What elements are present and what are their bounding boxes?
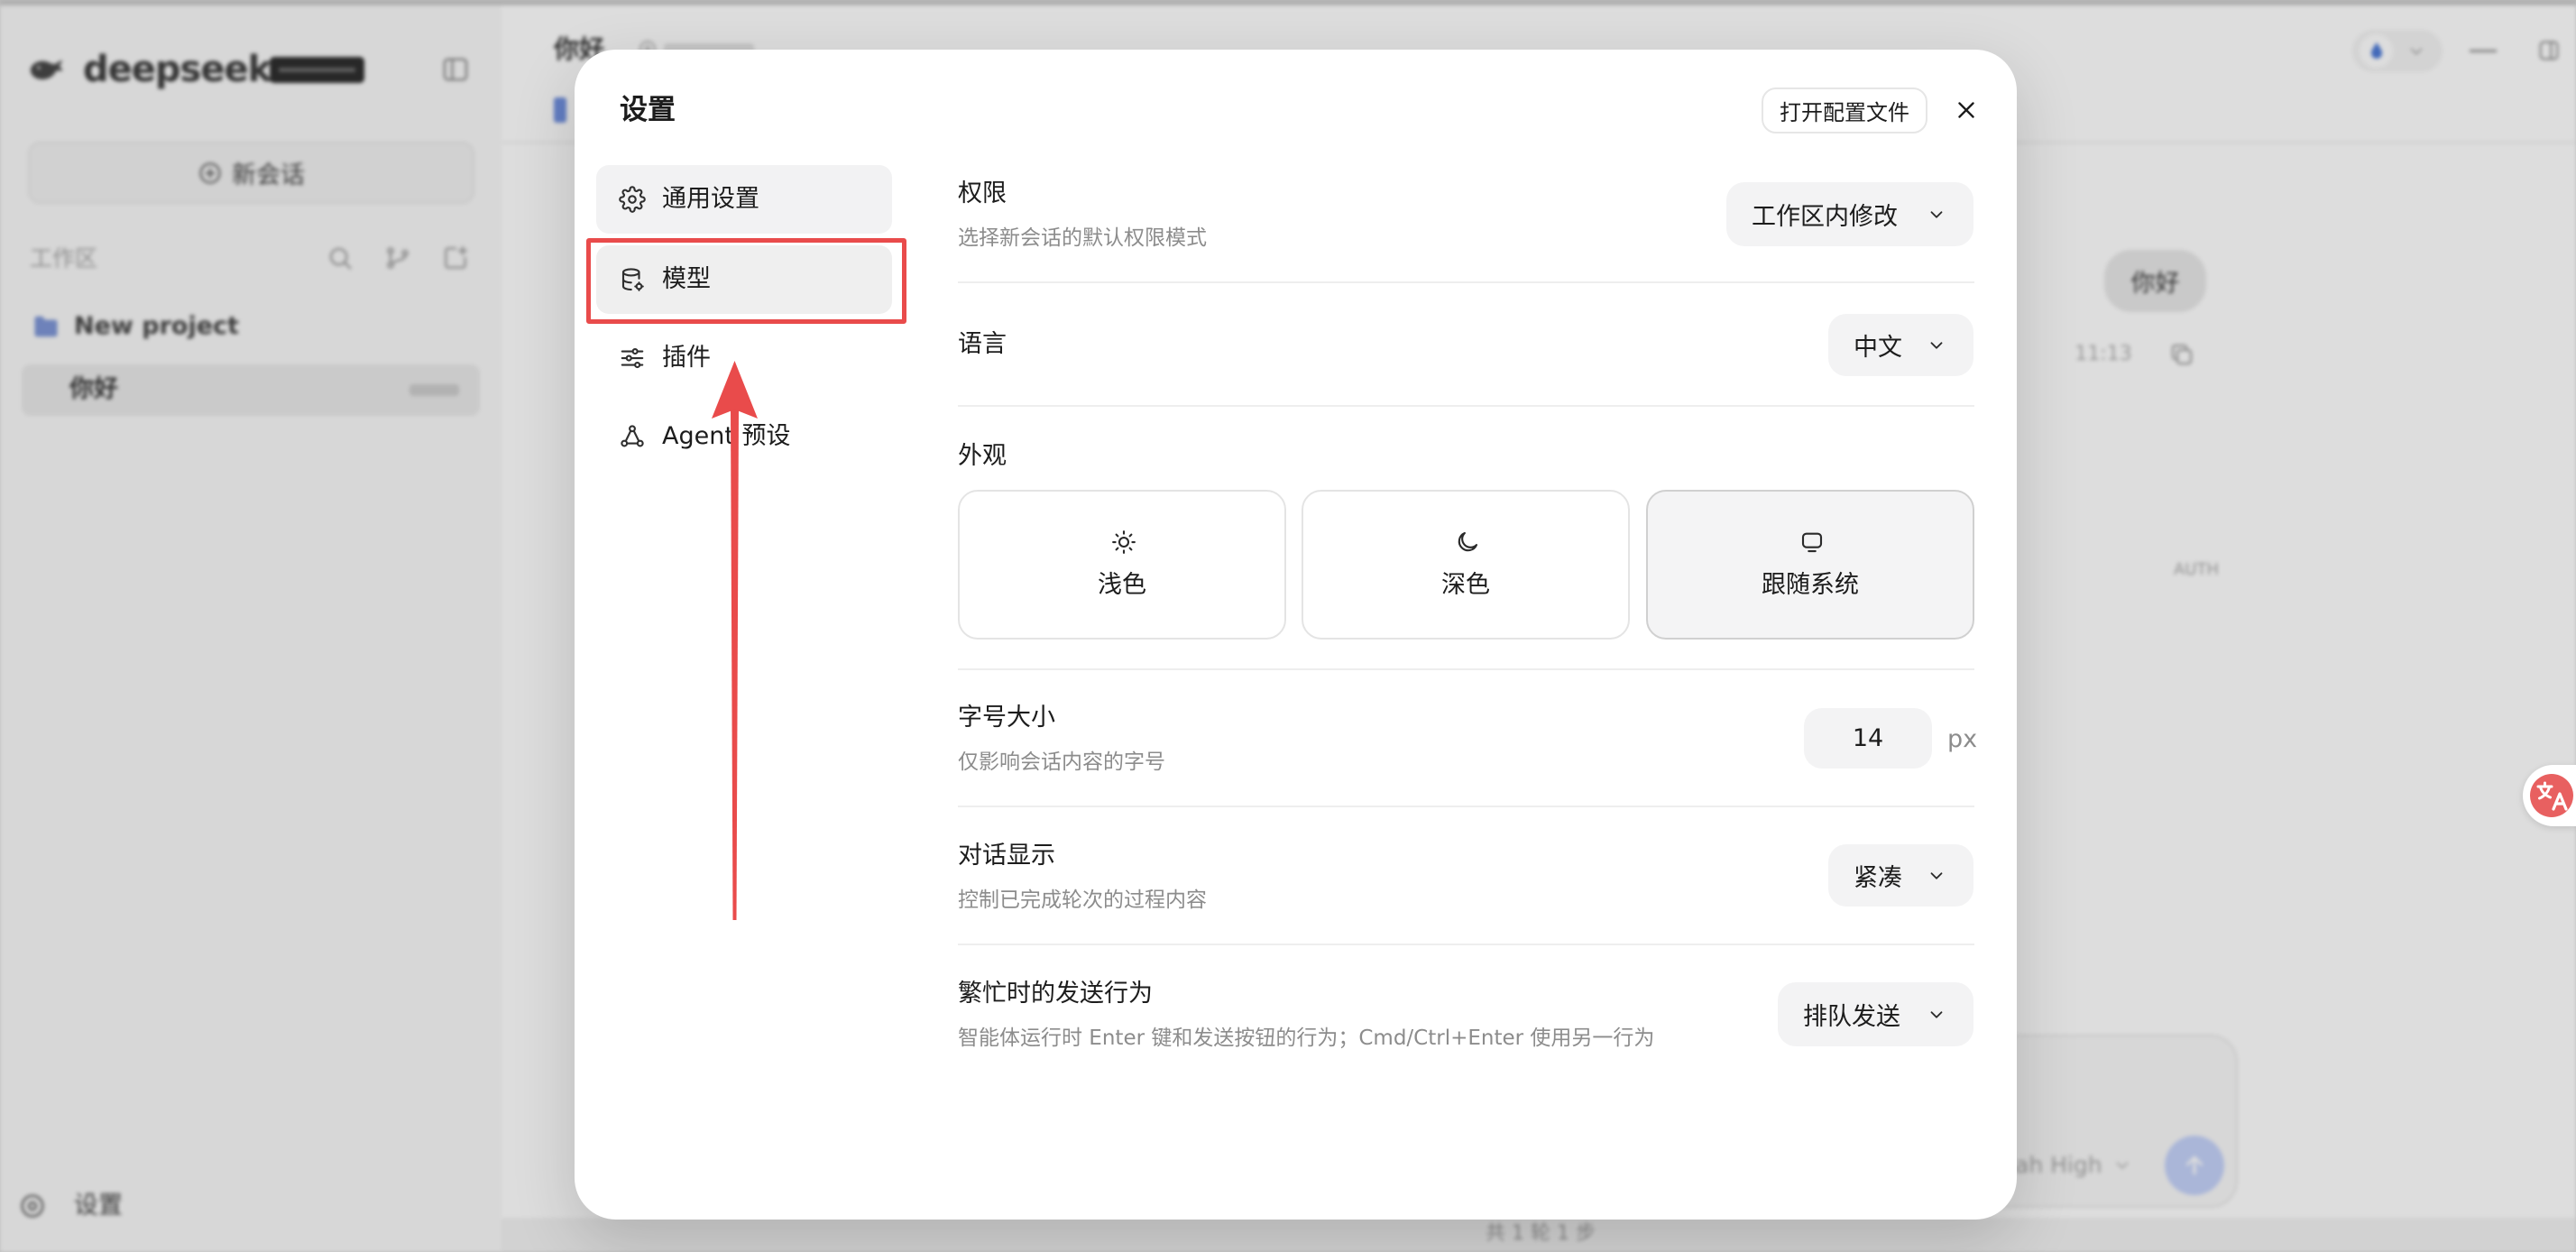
annotation-arrow [712, 361, 758, 920]
translate-icon [2530, 774, 2573, 817]
nav-item-label: 通用设置 [662, 185, 759, 213]
chevron-down-icon [1930, 1010, 1943, 1018]
busy-send-description: 智能体运行时 Enter 键和发送按钮的行为；Cmd/Ctrl+Enter 使用… [958, 1026, 1655, 1050]
font-size-description: 仅影响会话内容的字号 [958, 750, 1165, 774]
theme-option-dark[interactable]: 深色 [1302, 490, 1630, 640]
monitor-icon [1801, 532, 1823, 553]
busy-send-value: 排队发送 [1803, 1003, 1900, 1031]
font-size-unit: px [1947, 725, 1978, 753]
busy-send-label: 繁忙时的发送行为 [958, 980, 1153, 1008]
theme-option-label: 深色 [1441, 571, 1490, 599]
language-select[interactable]: 中文 [1828, 314, 1973, 376]
sliders-icon [621, 347, 644, 369]
language-value: 中文 [1854, 334, 1902, 362]
permission-label: 权限 [958, 180, 1007, 207]
chevron-down-icon [1930, 871, 1943, 879]
nav-item-model[interactable]: 模型 [596, 245, 892, 314]
open-config-file-button[interactable]: 打开配置文件 [1762, 87, 1927, 133]
language-label: 语言 [958, 330, 1007, 358]
permission-select[interactable]: 工作区内修改 [1726, 182, 1973, 246]
nav-item-label: 模型 [662, 265, 711, 293]
gear-icon [619, 186, 646, 213]
conversation-display-description: 控制已完成轮次的过程内容 [958, 888, 1207, 912]
font-size-input[interactable]: 14 [1804, 708, 1932, 769]
theme-option-system[interactable]: 跟随系统 [1646, 490, 1974, 640]
row-divider [958, 668, 1974, 670]
translate-extension-button[interactable] [2523, 765, 2576, 826]
agent-icon [621, 425, 644, 447]
row-divider [958, 281, 1974, 283]
database-icon [621, 268, 644, 291]
appearance-label: 外观 [958, 442, 1007, 470]
sun-icon [1112, 530, 1136, 554]
busy-send-select[interactable]: 排队发送 [1778, 982, 1973, 1046]
row-divider [958, 405, 1974, 407]
permission-description: 选择新会话的默认权限模式 [958, 226, 1207, 250]
theme-option-light[interactable]: 浅色 [958, 490, 1286, 640]
chevron-down-icon [1930, 341, 1943, 349]
conversation-display-value: 紧凑 [1854, 864, 1902, 892]
settings-dialog: 设置 打开配置文件 通用设置 模型 插件 Agent 预设 权限 选择新会话的默… [575, 50, 2017, 1220]
close-icon [1958, 102, 1974, 118]
chevron-down-icon [1930, 210, 1943, 218]
nav-item-general[interactable]: 通用设置 [596, 165, 892, 234]
row-divider [958, 944, 1974, 945]
theme-option-label: 跟随系统 [1762, 571, 1859, 599]
close-button[interactable] [1953, 97, 1980, 124]
conversation-display-label: 对话显示 [958, 842, 1055, 870]
font-size-label: 字号大小 [958, 704, 1055, 732]
moon-icon [1458, 531, 1478, 552]
conversation-display-select[interactable]: 紧凑 [1828, 844, 1973, 907]
row-divider [958, 806, 1974, 807]
theme-option-label: 浅色 [1098, 571, 1146, 599]
dialog-title: 设置 [620, 94, 676, 126]
permission-value: 工作区内修改 [1752, 203, 1898, 231]
